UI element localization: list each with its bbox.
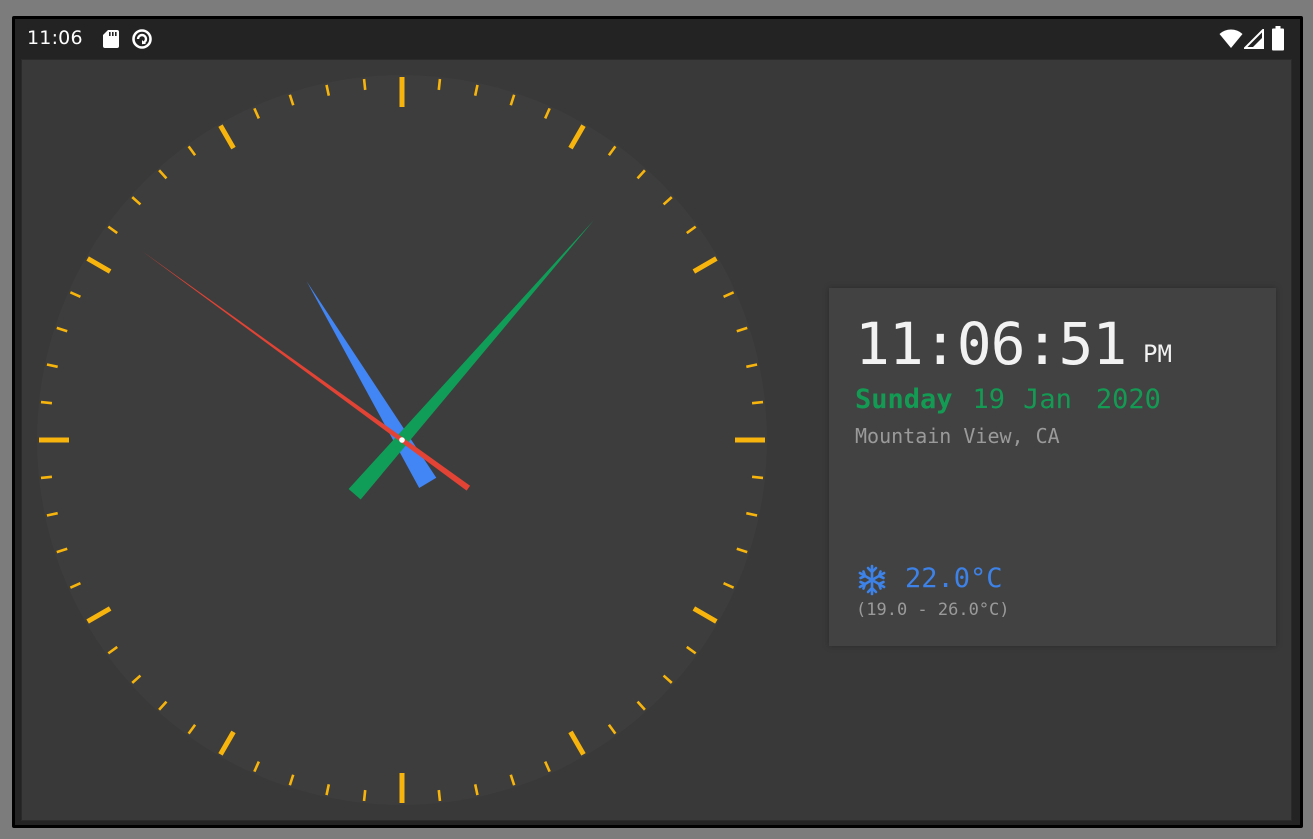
weekday: Sunday (855, 384, 953, 415)
device-frame: 11:06 11:06:51 PM Sunday 19 Jan 2020 Mou… (12, 16, 1303, 828)
sync-icon (132, 29, 152, 49)
signal-icon (1244, 29, 1264, 49)
temperature: 22.0°C (905, 563, 1003, 594)
snowflake-icon (858, 564, 886, 596)
date-month: Jan (1023, 384, 1072, 415)
clock-app-area: 11:06:51 PM Sunday 19 Jan 2020 Mountain Vie… (21, 59, 1292, 821)
location: Mountain View, CA (855, 424, 1060, 448)
sd-card-icon (103, 30, 119, 48)
ampm-indicator: PM (1143, 340, 1172, 368)
date-day: 19 (972, 384, 1006, 415)
minute-tick (40, 475, 53, 480)
analog-clock (37, 75, 767, 805)
screen: 11:06 11:06:51 PM Sunday 19 Jan 2020 Mou… (15, 19, 1300, 825)
status-time: 11:06 (27, 27, 83, 49)
minute-tick (751, 400, 764, 405)
status-bar: 11:06 (15, 19, 1300, 57)
temperature-range: (19.0 - 26.0°C) (856, 600, 1010, 620)
wifi-icon (1219, 29, 1243, 48)
minute-tick (362, 789, 367, 802)
minute-tick (40, 400, 53, 405)
minute-tick (437, 78, 442, 91)
minute-tick (362, 78, 367, 91)
digital-time: 11:06:51 (855, 310, 1127, 378)
date-line: Sunday 19 Jan 2020 (855, 384, 1161, 415)
battery-icon (1272, 26, 1284, 51)
minute-tick (437, 789, 442, 802)
clock-center-dot (399, 437, 405, 443)
minute-tick (751, 475, 764, 480)
info-card: 11:06:51 PM Sunday 19 Jan 2020 Mountain Vie… (829, 288, 1276, 646)
date-year: 2020 (1095, 384, 1161, 415)
